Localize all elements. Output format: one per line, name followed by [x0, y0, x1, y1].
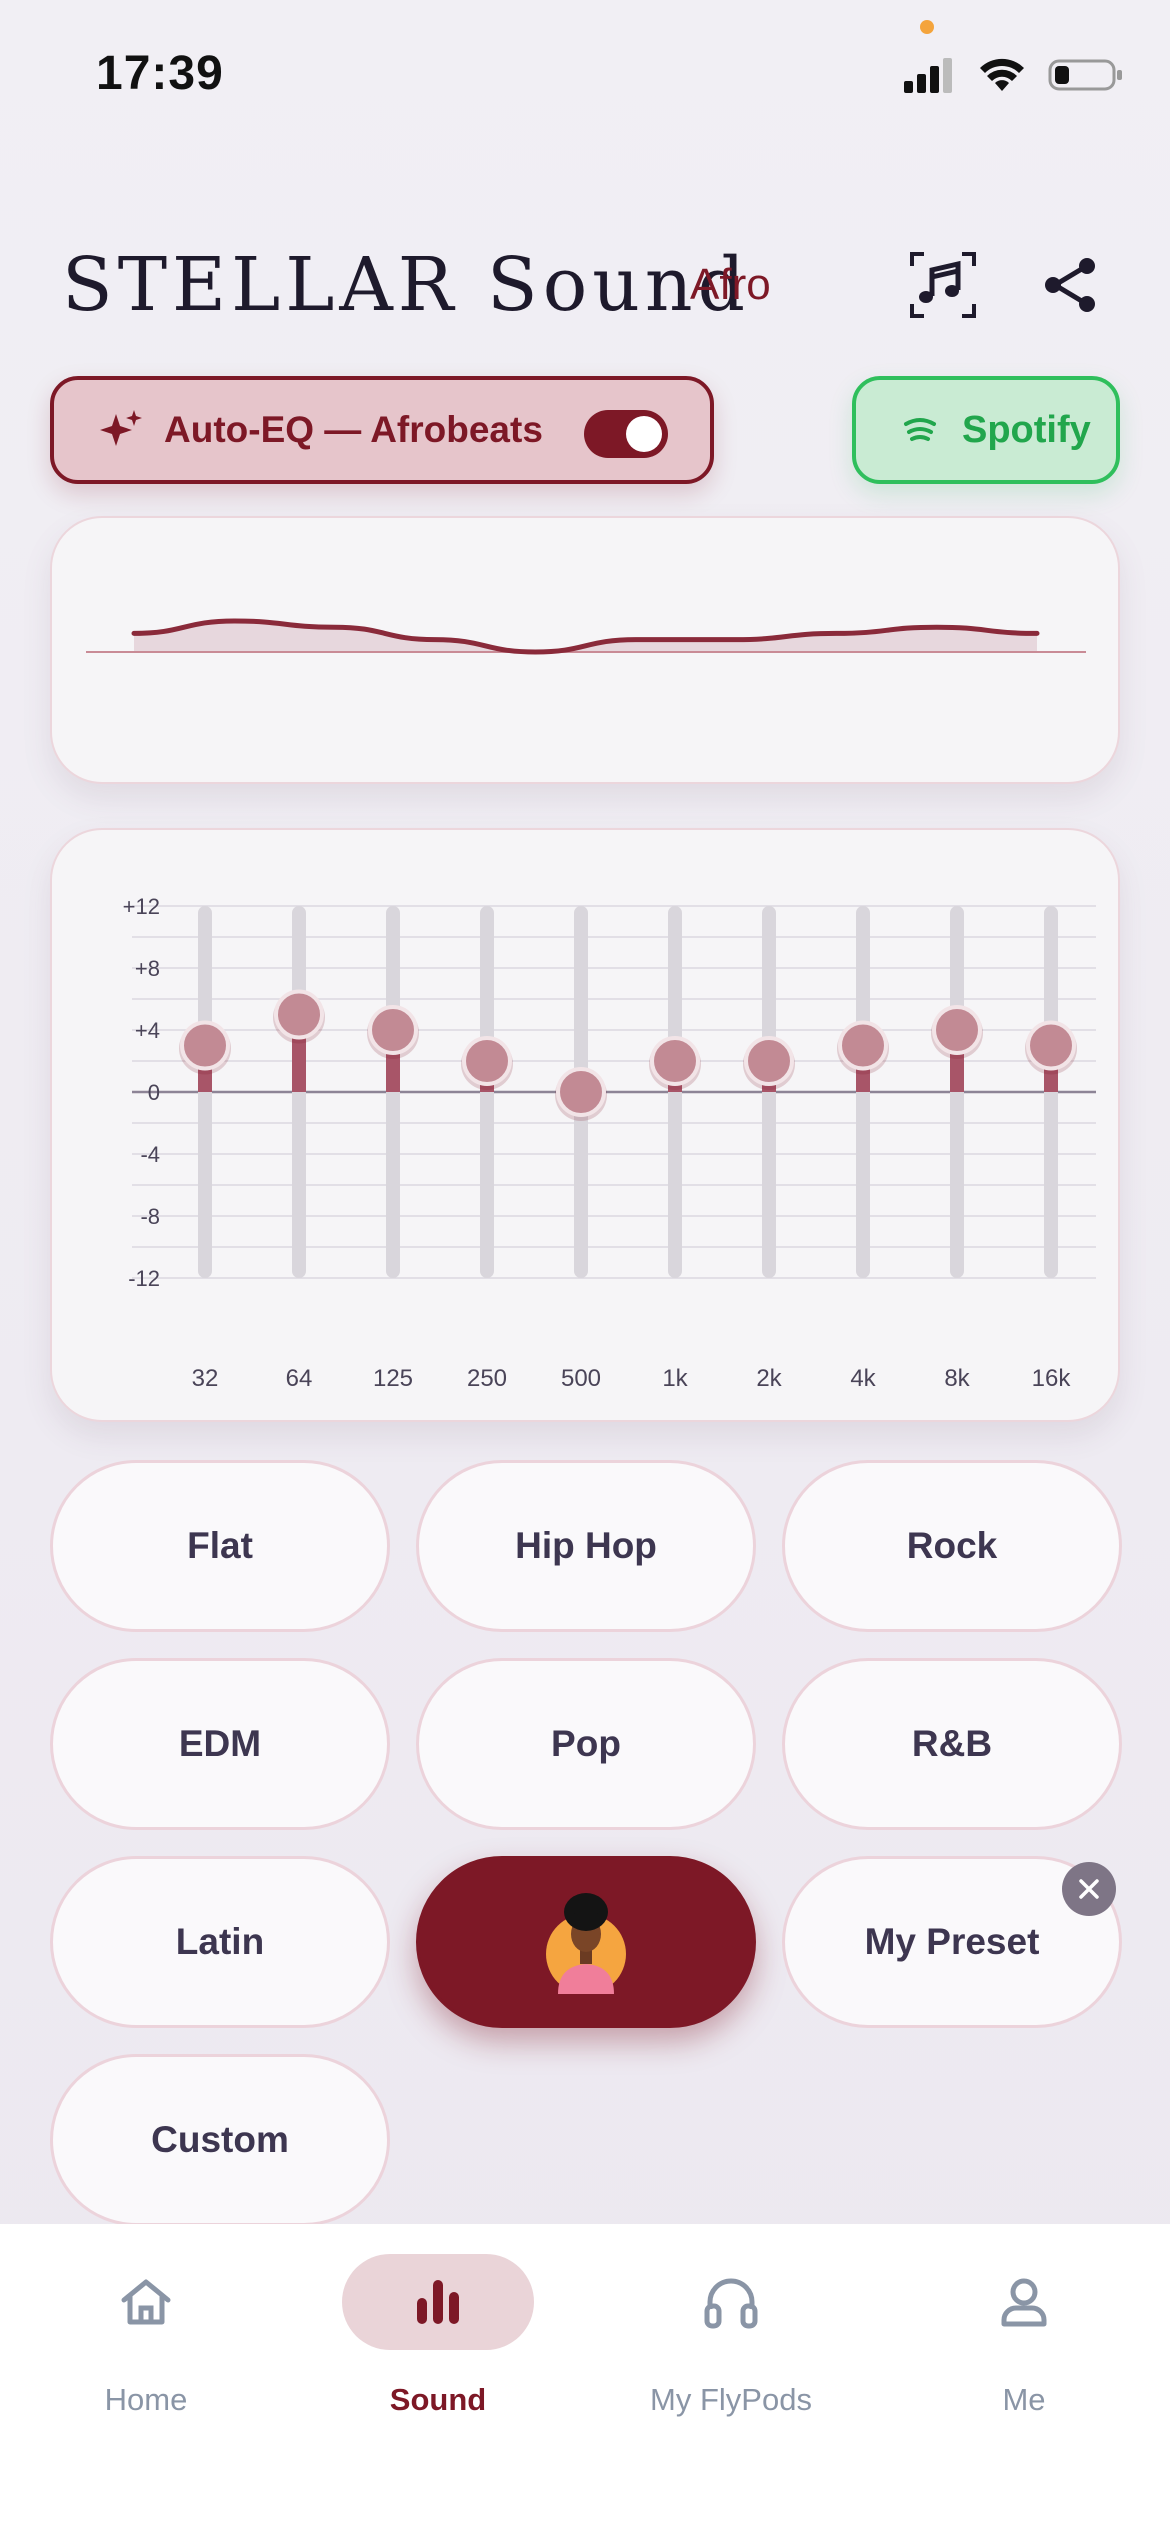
- preset-afro-active[interactable]: [416, 1856, 756, 2028]
- band-frequency-label: 4k: [850, 1365, 876, 1392]
- nav-label-my-flypods: My FlyPods: [650, 2382, 812, 2417]
- nav-item-sound[interactable]: Sound: [318, 2252, 558, 2452]
- nav-item-home[interactable]: Home: [26, 2252, 266, 2452]
- preset-button[interactable]: Rock: [782, 1460, 1122, 1632]
- afro-avatar-icon: [546, 1893, 626, 1994]
- person-icon: [1001, 2278, 1047, 2327]
- slider-knob[interactable]: [462, 1036, 512, 1086]
- app-header: STELLAR Sound Afro: [62, 230, 1122, 340]
- share-button[interactable]: [1028, 242, 1114, 328]
- status-icons: [904, 50, 1124, 100]
- eq-curve-card: [50, 516, 1120, 784]
- sparkles-icon: [100, 410, 142, 446]
- db-tick-label: 0: [148, 1080, 160, 1105]
- privacy-indicator-dot: [920, 20, 934, 34]
- music-scan-button[interactable]: [900, 242, 986, 328]
- slider-knob[interactable]: [180, 1020, 230, 1071]
- slider-knob[interactable]: [650, 1036, 700, 1086]
- band-frequency-label: 125: [373, 1365, 413, 1392]
- nav-label-sound: Sound: [389, 2382, 487, 2417]
- preset-button[interactable]: Latin: [50, 1856, 390, 2028]
- wifi-icon: [980, 58, 1024, 91]
- close-icon: [1079, 1879, 1099, 1899]
- band-frequency-label: 8k: [944, 1365, 970, 1392]
- band-frequency-label: 16k: [1032, 1365, 1072, 1392]
- battery-icon: [1048, 59, 1122, 91]
- spotify-icon: [904, 418, 936, 441]
- remove-preset-button[interactable]: [1062, 1862, 1116, 1916]
- auto-eq-toggle[interactable]: [584, 410, 668, 458]
- status-bar: 17:39: [0, 0, 1170, 150]
- eq-band-slider[interactable]: [555, 906, 607, 1278]
- slider-knob[interactable]: [556, 1067, 606, 1117]
- band-frequency-label: 2k: [756, 1365, 782, 1392]
- band-frequency-label: 250: [467, 1365, 507, 1392]
- db-tick-label: +12: [123, 894, 160, 919]
- bottom-nav: Home Sound My FlyPods Me: [0, 2224, 1170, 2532]
- preset-button[interactable]: Custom: [50, 2054, 390, 2226]
- status-time: 17:39: [96, 47, 224, 100]
- band-frequency-label: 32: [192, 1365, 219, 1392]
- slider-knob[interactable]: [1026, 1020, 1076, 1071]
- preset-button[interactable]: Pop: [416, 1658, 756, 1830]
- preset-button[interactable]: R&B: [782, 1658, 1122, 1830]
- db-tick-label: +4: [135, 1018, 160, 1043]
- preset-label: Latin: [175, 1921, 265, 1962]
- preset-label: Flat: [187, 1525, 253, 1566]
- preset-label: Pop: [551, 1723, 621, 1764]
- slider-knob[interactable]: [274, 989, 324, 1040]
- preset-label: Custom: [151, 2119, 289, 2160]
- cellular-signal-icon: [904, 58, 952, 93]
- toggle-knob: [626, 416, 662, 452]
- page-title: STELLAR Sound: [62, 242, 750, 328]
- db-tick-label: +8: [135, 956, 160, 981]
- equalizer-card: +12 +8 +4 0 -4 -8 -12 32 64 125 250 500 1k 2k 4k 8k 16k: [50, 828, 1120, 1422]
- preset-label: My Preset: [864, 1921, 1040, 1962]
- share-icon: [1045, 258, 1095, 312]
- nav-item-my-flypods[interactable]: My FlyPods: [611, 2252, 851, 2452]
- auto-eq-pill[interactable]: Auto-EQ — Afrobeats: [50, 376, 714, 484]
- preset-label: Hip Hop: [515, 1525, 657, 1566]
- nav-label-me: Me: [1002, 2382, 1046, 2417]
- preset-button[interactable]: Hip Hop: [416, 1460, 756, 1632]
- band-frequency-label: 500: [561, 1365, 601, 1392]
- db-tick-label: -4: [140, 1142, 160, 1167]
- spotify-button[interactable]: Spotify: [852, 376, 1120, 484]
- home-icon: [121, 2279, 171, 2325]
- headphones-icon: [704, 2278, 758, 2329]
- slider-knob[interactable]: [838, 1020, 888, 1071]
- nav-item-me[interactable]: Me: [904, 2252, 1144, 2452]
- preset-label: EDM: [178, 1723, 262, 1764]
- preset-button[interactable]: Flat: [50, 1460, 390, 1632]
- eq-curve-chart: [86, 618, 1086, 655]
- band-frequency-label: 1k: [662, 1365, 688, 1392]
- slider-knob[interactable]: [368, 1005, 418, 1055]
- nav-label-home: Home: [104, 2382, 188, 2417]
- music-note-scan-icon: [910, 252, 976, 318]
- spotify-label: Spotify: [962, 408, 1091, 451]
- db-tick-label: -12: [128, 1266, 160, 1291]
- preset-label: R&B: [911, 1723, 993, 1764]
- db-tick-label: -8: [140, 1204, 160, 1229]
- preset-label: Rock: [906, 1525, 998, 1566]
- genre-subtitle: Afro: [690, 260, 771, 309]
- slider-knob[interactable]: [932, 1005, 982, 1055]
- band-frequency-label: 64: [286, 1365, 313, 1392]
- preset-button[interactable]: EDM: [50, 1658, 390, 1830]
- equalizer-bars-icon: [417, 2280, 459, 2324]
- equalizer-chart: +12 +8 +4 0 -4 -8 -12 32 64 125 250 500 1k 2k 4k 8k 16k: [123, 894, 1096, 1392]
- slider-knob[interactable]: [744, 1036, 794, 1086]
- auto-eq-label: Auto-EQ — Afrobeats: [164, 409, 543, 450]
